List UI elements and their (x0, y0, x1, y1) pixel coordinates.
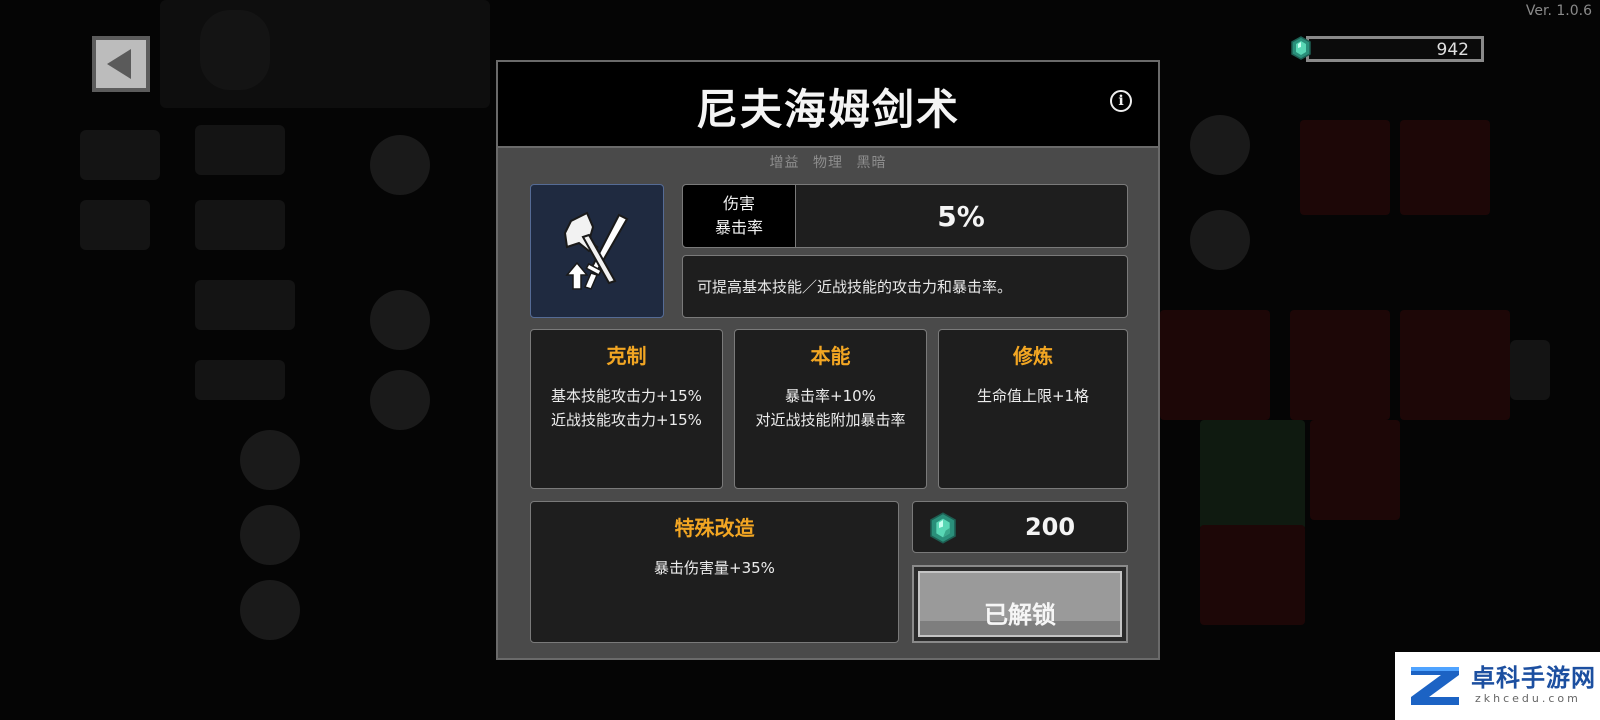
panel-title: 修炼 (1013, 344, 1053, 368)
panel-title: 本能 (810, 344, 851, 368)
back-arrow-icon (107, 49, 131, 79)
stat-label: 伤害 暴击率 (683, 185, 796, 247)
emerald-gem-icon (930, 512, 956, 544)
bg-skill-slot (370, 290, 430, 350)
panel-effects: 生命值上限+1格 (939, 384, 1127, 408)
bg-green-slot (1200, 420, 1305, 530)
skill-description: 可提高基本技能／近战技能的攻击力和暴击率。 (697, 278, 1013, 296)
panel-title: 克制 (606, 344, 647, 368)
effect-line: 对近战技能附加暴击率 (755, 411, 906, 429)
unlocked-button-face: 已解锁 (918, 571, 1122, 637)
bg-red-slot (1400, 310, 1510, 420)
skill-tag: 黑暗 (856, 155, 887, 171)
bg-list-item (195, 360, 285, 400)
site-watermark: 卓科手游网 zkhcedu.com (1395, 652, 1600, 720)
bg-skill-slot (1190, 210, 1250, 270)
panel-title: 特殊改造 (674, 516, 755, 540)
stat-box: 伤害 暴击率 5% (682, 184, 1128, 248)
bg-list-item (195, 200, 285, 250)
watermark-logo-icon (1411, 667, 1459, 705)
dialog-header: 尼夫海姆剑术 i (498, 62, 1158, 148)
skill-detail-dialog: 尼夫海姆剑术 i 增益 物理 黑暗 伤害 暴击率 5% 可提高基本技能／近战技能… (496, 60, 1160, 660)
effect-line: 基本技能攻击力+15% (551, 387, 702, 405)
bg-skill-slot (240, 430, 300, 490)
currency-amount: 942 (1436, 40, 1469, 60)
bg-red-slot (1400, 120, 1490, 215)
unlock-cost: 200 (1024, 513, 1076, 541)
bg-skill-slot (240, 505, 300, 565)
stat-label-line: 伤害 (722, 194, 755, 213)
skill-tag: 物理 (813, 155, 843, 171)
panel-effects: 暴击率+10% 对近战技能附加暴击率 (735, 384, 926, 432)
skill-tags: 增益 物理 黑暗 (498, 152, 1158, 172)
skill-icon-frame (530, 184, 664, 318)
stat-value: 5% (937, 199, 985, 233)
unlocked-button-label: 已解锁 (984, 601, 1056, 629)
bg-red-slot (1310, 420, 1400, 520)
info-icon[interactable]: i (1110, 90, 1132, 112)
bg-list-item (195, 125, 285, 175)
bg-category-tab (80, 200, 150, 250)
watermark-text: 卓科手游网 (1471, 663, 1596, 692)
bg-list-item (195, 280, 295, 330)
back-button[interactable] (92, 36, 150, 92)
version-label: Ver. 1.0.6 (1525, 3, 1592, 19)
counter-panel: 克制 基本技能攻击力+15% 近战技能攻击力+15% (530, 329, 723, 489)
bg-category-tab (80, 130, 160, 180)
effect-line: 暴击伤害量+35% (654, 559, 775, 577)
skill-tag: 增益 (769, 155, 800, 171)
currency-display: 942 (1291, 36, 1484, 62)
instinct-panel: 本能 暴击率+10% 对近战技能附加暴击率 (734, 329, 927, 489)
special-modification-panel: 特殊改造 暴击伤害量+35% (530, 501, 899, 643)
training-panel: 修炼 生命值上限+1格 (938, 329, 1128, 489)
bg-red-slot (1290, 310, 1390, 420)
panel-effects: 暴击伤害量+35% (531, 556, 898, 580)
bg-next-arrow (1510, 340, 1550, 400)
bg-red-slot (1300, 120, 1390, 215)
bg-skill-slot (370, 135, 430, 195)
bg-skill-slot (1190, 115, 1250, 175)
effect-line: 近战技能攻击力+15% (551, 411, 702, 429)
bg-character-silhouette (200, 10, 270, 90)
effect-line: 暴击率+10% (785, 387, 876, 405)
axe-sword-up-arrow-icon (563, 211, 629, 290)
emerald-gem-icon (1291, 36, 1311, 60)
skill-description-box: 可提高基本技能／近战技能的攻击力和暴击率。 (682, 255, 1128, 318)
skill-title: 尼夫海姆剑术 (695, 85, 960, 134)
bg-red-slot (1200, 525, 1305, 625)
panel-effects: 基本技能攻击力+15% 近战技能攻击力+15% (531, 384, 722, 432)
unlock-cost-box: 200 (912, 501, 1128, 553)
bg-skill-slot (240, 580, 300, 640)
bg-red-slot (1160, 310, 1270, 420)
stat-label-line: 暴击率 (714, 218, 763, 237)
unlocked-button[interactable]: 已解锁 (912, 565, 1128, 643)
effect-line: 生命值上限+1格 (976, 387, 1090, 405)
watermark-url: zkhcedu.com (1475, 692, 1581, 705)
bg-skill-slot (370, 370, 430, 430)
